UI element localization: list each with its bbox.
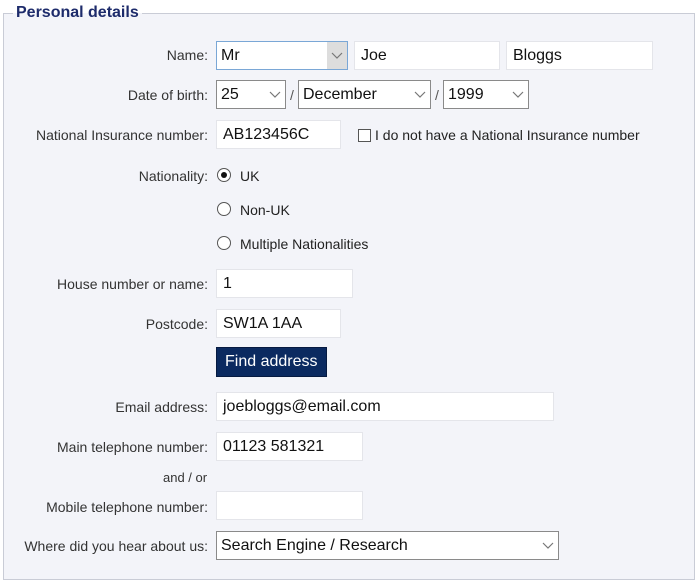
nationality-option-label[interactable]: Multiple Nationalities (240, 236, 368, 252)
and-or-text: and / or (163, 470, 208, 485)
no-ni-checkbox-label[interactable]: I do not have a National Insurance numbe… (375, 127, 640, 143)
main-phone-input[interactable]: 01123 581321 (216, 432, 363, 461)
no-ni-checkbox[interactable] (358, 129, 371, 142)
mobile-phone-input[interactable] (216, 491, 363, 520)
name-label: Name: (166, 47, 208, 63)
first-name-input[interactable]: Joe (354, 41, 500, 70)
dob-month-select[interactable]: December (298, 80, 431, 109)
last-name-input[interactable]: Bloggs (506, 41, 653, 70)
ni-label: National Insurance number: (36, 127, 208, 143)
ni-input[interactable]: AB123456C (216, 120, 341, 149)
find-address-button[interactable]: Find address (216, 347, 327, 377)
chevron-down-icon (508, 81, 528, 108)
email-input[interactable]: joebloggs@email.com (216, 392, 554, 421)
nationality-radio-non-uk[interactable] (217, 202, 231, 216)
mobile-phone-label: Mobile telephone number: (46, 499, 208, 515)
dob-separator: / (435, 87, 439, 103)
hear-about-value: Search Engine / Research (221, 537, 408, 554)
dob-year-value: 1999 (448, 86, 484, 103)
chevron-down-icon (265, 81, 285, 108)
fieldset-legend: Personal details (13, 4, 142, 22)
house-input[interactable]: 1 (216, 269, 353, 298)
hear-about-label: Where did you hear about us: (24, 538, 208, 554)
nationality-option-label[interactable]: UK (240, 168, 259, 184)
nationality-radio-uk[interactable] (217, 168, 231, 182)
dob-month-value: December (303, 86, 377, 103)
dob-year-select[interactable]: 1999 (443, 80, 529, 109)
nationality-radio-multiple[interactable] (217, 236, 231, 250)
dob-day-select[interactable]: 25 (216, 80, 286, 109)
chevron-down-icon (410, 81, 430, 108)
chevron-down-icon (538, 532, 558, 559)
chevron-down-icon (327, 42, 347, 69)
dob-day-value: 25 (221, 86, 239, 103)
hear-about-select[interactable]: Search Engine / Research (216, 531, 559, 560)
email-label: Email address: (115, 399, 208, 415)
dob-separator: / (290, 87, 294, 103)
title-select[interactable]: Mr (216, 41, 348, 70)
nationality-option-label[interactable]: Non-UK (240, 202, 290, 218)
postcode-input[interactable]: SW1A 1AA (216, 309, 341, 338)
title-select-value: Mr (221, 47, 240, 64)
postcode-label: Postcode: (145, 316, 208, 332)
house-label: House number or name: (57, 276, 208, 292)
nationality-label: Nationality: (138, 168, 208, 184)
dob-label: Date of birth: (127, 87, 208, 103)
main-phone-label: Main telephone number: (57, 439, 208, 455)
